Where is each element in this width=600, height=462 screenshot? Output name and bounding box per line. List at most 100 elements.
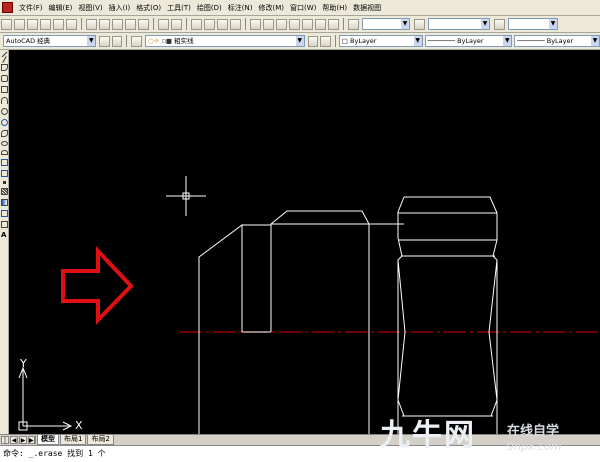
menu-modify[interactable]: 修改(M) bbox=[255, 0, 287, 16]
copy-icon[interactable] bbox=[99, 18, 110, 30]
lineweight-value: ByLayer bbox=[546, 37, 574, 45]
linetype-value: ByLayer bbox=[457, 37, 484, 45]
lineweight-select[interactable]: ─────── ByLayer ▼ bbox=[514, 35, 600, 47]
paste-icon[interactable] bbox=[112, 18, 123, 30]
multiline-text-icon[interactable]: A bbox=[1, 232, 8, 239]
menu-window[interactable]: 窗口(W) bbox=[287, 0, 319, 16]
layer-value: 粗实线 bbox=[174, 37, 194, 45]
table-style-icon[interactable] bbox=[494, 18, 505, 30]
cut-icon[interactable] bbox=[86, 18, 97, 30]
menu-edit[interactable]: 编辑(E) bbox=[46, 0, 76, 16]
hatch-icon[interactable] bbox=[1, 188, 8, 195]
arc-icon[interactable] bbox=[1, 97, 8, 104]
first-tab-icon[interactable]: |◀ bbox=[1, 436, 9, 452]
prev-tab-icon[interactable]: ◀ bbox=[10, 436, 18, 444]
make-object-layer-current-icon[interactable] bbox=[307, 35, 319, 47]
redo-icon[interactable] bbox=[171, 18, 182, 30]
menu-dimension[interactable]: 标注(N) bbox=[225, 0, 256, 16]
revision-cloud-icon[interactable] bbox=[1, 119, 8, 126]
table-style-select[interactable]: ▼ bbox=[508, 18, 558, 30]
last-tab-icon[interactable]: ▶| bbox=[28, 436, 36, 444]
linetype-sample-icon: ─────── bbox=[427, 37, 456, 45]
point-icon[interactable] bbox=[3, 181, 6, 184]
circle-icon[interactable] bbox=[1, 108, 8, 115]
print-icon[interactable] bbox=[40, 18, 51, 30]
rectangle-icon[interactable] bbox=[1, 86, 8, 93]
gradient-icon[interactable] bbox=[1, 199, 8, 206]
polygon-icon[interactable] bbox=[1, 75, 8, 82]
linetype-select[interactable]: ─────── ByLayer ▼ bbox=[424, 35, 513, 47]
plot-preview-icon[interactable] bbox=[53, 18, 64, 30]
block-editor-icon[interactable] bbox=[138, 18, 149, 30]
make-block-icon[interactable] bbox=[1, 170, 8, 177]
table-icon[interactable] bbox=[1, 221, 8, 228]
app-icon[interactable] bbox=[2, 2, 13, 13]
new-file-icon[interactable] bbox=[1, 18, 12, 30]
draw-toolbar: A bbox=[0, 50, 9, 435]
text-style-select[interactable]: ▼ bbox=[362, 18, 410, 30]
drawing-canvas[interactable]: Y X bbox=[9, 50, 600, 434]
dim-style-select[interactable]: ▼ bbox=[428, 18, 490, 30]
watermark-url: 9npx.com bbox=[507, 440, 562, 453]
tab-model[interactable]: 模型 bbox=[37, 435, 59, 445]
match-properties-icon[interactable] bbox=[125, 18, 136, 30]
menu-file[interactable]: 文件(F) bbox=[16, 0, 46, 16]
next-tab-icon[interactable]: ▶ bbox=[19, 436, 27, 444]
ucs-icon bbox=[18, 366, 73, 431]
nut-right-curve bbox=[488, 259, 498, 417]
sheet-set-icon[interactable] bbox=[289, 18, 300, 30]
toolbar-separator bbox=[81, 18, 82, 30]
nut-right-chamfer bbox=[404, 196, 498, 261]
zoom-realtime-icon[interactable] bbox=[204, 18, 215, 30]
publish-icon[interactable] bbox=[66, 18, 77, 30]
pan-icon[interactable] bbox=[191, 18, 202, 30]
ellipse-arc-icon[interactable] bbox=[1, 150, 8, 155]
part-outline[interactable] bbox=[198, 210, 404, 434]
menu-data-view[interactable]: 数据视图 bbox=[350, 0, 384, 16]
layer-select[interactable]: ○☼ ▫■ 粗实线 ▼ bbox=[144, 35, 305, 47]
workspace-settings-icon[interactable] bbox=[99, 35, 110, 47]
chevron-down-icon: ▼ bbox=[591, 36, 600, 46]
layer-on-icon: ○☼ bbox=[147, 37, 160, 45]
open-file-icon[interactable] bbox=[14, 18, 25, 30]
help-icon[interactable] bbox=[328, 18, 339, 30]
color-select[interactable]: □ ByLayer ▼ bbox=[338, 35, 423, 47]
tab-layout1[interactable]: 布局1 bbox=[60, 435, 87, 445]
insert-block-icon[interactable] bbox=[1, 159, 8, 166]
properties-icon[interactable] bbox=[250, 18, 261, 30]
undo-icon[interactable] bbox=[158, 18, 169, 30]
tab-layout2[interactable]: 布局2 bbox=[87, 435, 114, 445]
ellipse-icon[interactable] bbox=[1, 141, 8, 146]
menu-insert[interactable]: 插入(I) bbox=[106, 0, 134, 16]
design-center-icon[interactable] bbox=[263, 18, 274, 30]
save-workspace-icon[interactable] bbox=[111, 35, 123, 47]
menu-tools[interactable]: 工具(T) bbox=[164, 0, 194, 16]
menu-format[interactable]: 格式(O) bbox=[133, 0, 164, 16]
toolbar-separator bbox=[186, 18, 187, 30]
layer-manager-icon[interactable] bbox=[131, 35, 142, 47]
construction-line-icon[interactable] bbox=[2, 56, 7, 63]
save-icon[interactable] bbox=[27, 18, 38, 30]
zoom-previous-icon[interactable] bbox=[230, 18, 241, 30]
dim-style-icon[interactable] bbox=[414, 18, 425, 30]
spline-icon[interactable] bbox=[1, 130, 8, 137]
menu-help[interactable]: 帮助(H) bbox=[319, 0, 350, 16]
polyline-icon[interactable] bbox=[1, 64, 8, 71]
drawing-area[interactable]: Y X bbox=[9, 50, 600, 434]
hex-nut[interactable] bbox=[397, 196, 498, 434]
crosshair-cursor-icon bbox=[166, 176, 206, 216]
zoom-window-icon[interactable] bbox=[217, 18, 228, 30]
quickcalc-icon[interactable] bbox=[315, 18, 326, 30]
menu-draw[interactable]: 绘图(D) bbox=[194, 0, 225, 16]
chevron-down-icon: ▼ bbox=[549, 19, 557, 29]
menu-view[interactable]: 视图(V) bbox=[75, 0, 105, 16]
text-style-icon[interactable] bbox=[348, 18, 359, 30]
tool-palettes-icon[interactable] bbox=[276, 18, 287, 30]
collar-top bbox=[270, 210, 404, 225]
markup-icon[interactable] bbox=[302, 18, 313, 30]
region-icon[interactable] bbox=[1, 210, 8, 217]
workspace-select[interactable]: AutoCAD 经典 ▼ bbox=[3, 35, 97, 47]
chevron-down-icon: ▼ bbox=[295, 36, 304, 46]
workspace-value: AutoCAD 经典 bbox=[6, 37, 51, 45]
layer-previous-icon[interactable] bbox=[320, 35, 331, 47]
